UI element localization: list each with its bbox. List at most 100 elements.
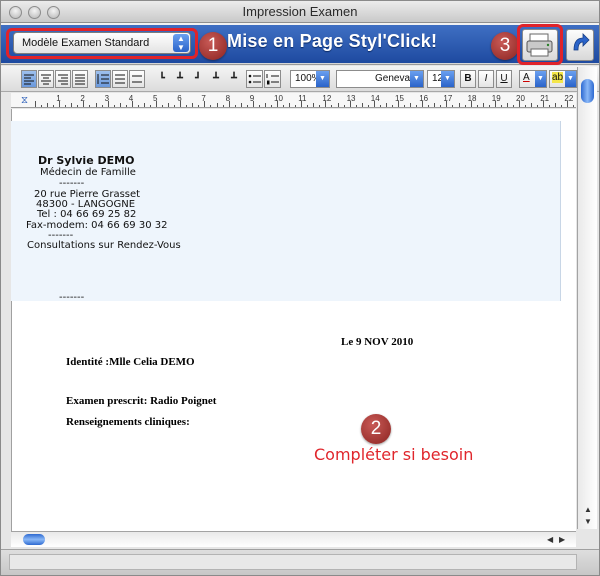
ruler-minor-tick (77, 105, 79, 107)
ruler-number: 4 (128, 94, 134, 103)
ruler-minor-tick (319, 105, 321, 107)
tab-decimal-icon[interactable]: ┻ (213, 73, 219, 84)
text-color-button[interactable]: A ▼ (519, 70, 547, 88)
ruler-minor-tick (476, 105, 478, 107)
doctor-name: Dr Sylvie DEMO (38, 154, 135, 167)
format-toolbar: ┗ ┻ ┛ ┻ ┻ 100% ▼ Geneva ▼ 12 ▼ B I U A ▼… (1, 66, 599, 92)
ruler-minor-tick (149, 105, 151, 107)
bullet-list-button[interactable] (246, 70, 263, 88)
ruler-number: 17 (443, 94, 453, 103)
align-right-button[interactable] (55, 70, 71, 88)
ruler-minor-tick (549, 105, 551, 107)
line-spacing-icon (115, 74, 125, 84)
align-left-button[interactable] (21, 70, 37, 88)
line-spacing-3-button[interactable] (129, 70, 145, 88)
scroll-left-icon[interactable]: ◀ (547, 535, 553, 544)
font-select[interactable]: Geneva ▼ (336, 70, 424, 88)
ruler-minor-tick (488, 105, 490, 107)
ruler-minor-tick (506, 103, 508, 107)
ruler[interactable]: ⧖ 1 2 3 4 5 6 7 8 9 10 11 12 13 14 15 16 17 18 19 20 21 22 (11, 93, 587, 108)
callout-badge-2: 2 (361, 414, 391, 444)
ruler-minor-tick (337, 103, 339, 107)
zoom-select[interactable]: 100% ▼ (290, 70, 330, 88)
ruler-minor-tick (404, 105, 406, 107)
ruler-minor-tick (47, 103, 49, 107)
ruler-minor-tick (295, 105, 297, 107)
italic-button[interactable]: I (478, 70, 494, 88)
align-right-icon (58, 74, 68, 85)
ruler-number: 1 (56, 94, 61, 103)
print-exam-window: Impression Examen Mise en Page Styl'Clic… (0, 0, 600, 576)
vertical-scroll-thumb[interactable] (581, 79, 594, 103)
bold-button[interactable]: B (460, 70, 476, 88)
line-spacing-1-button[interactable] (95, 70, 111, 88)
ruler-minor-tick (162, 105, 164, 107)
ruler-tick (35, 101, 36, 107)
ruler-minor-tick (452, 105, 454, 107)
patient-identity: Identité :Mlle Celia DEMO (66, 356, 195, 368)
ruler-minor-tick (246, 105, 248, 107)
ruler-minor-tick (355, 105, 357, 107)
vertical-scrollbar[interactable]: ▲ ▼ (577, 67, 597, 529)
ruler-minor-tick (71, 103, 73, 107)
ruler-minor-tick (555, 103, 557, 107)
ruler-number: 15 (395, 94, 404, 103)
line-spacing-icon (132, 75, 142, 83)
ruler-minor-tick (464, 105, 466, 107)
tab-center-icon[interactable]: ┻ (177, 73, 183, 84)
ruler-minor-tick (343, 105, 345, 107)
scroll-up-icon[interactable]: ▲ (584, 505, 592, 514)
ruler-minor-tick (198, 105, 200, 107)
ruler-minor-tick (270, 105, 272, 107)
ruler-number: 19 (491, 94, 501, 103)
ruler-number: 10 (274, 94, 283, 103)
numbered-list-icon (266, 74, 279, 85)
ruler-minor-tick (65, 105, 67, 107)
consultation-hours: Consultations sur Rendez-Vous (27, 240, 181, 251)
ruler-minor-tick (186, 105, 188, 107)
ruler-minor-tick (192, 103, 194, 107)
horizontal-scroll-thumb[interactable] (23, 534, 45, 545)
tab-right-icon[interactable]: ┛ (195, 73, 201, 84)
tab-decimal-alt-icon[interactable]: ┻ (231, 73, 237, 84)
ruler-minor-tick (307, 105, 309, 107)
ruler-number: 11 (298, 94, 307, 103)
window-title: Impression Examen (242, 4, 358, 19)
ruler-minor-tick (410, 103, 412, 107)
ruler-number: 8 (225, 94, 231, 103)
separator-line: ------- (59, 178, 85, 189)
horizontal-scrollbar[interactable]: ◀ ▶ (11, 531, 576, 547)
ruler-minor-tick (113, 105, 115, 107)
numbered-list-button[interactable] (264, 70, 281, 88)
ruler-minor-tick (143, 103, 145, 107)
ruler-minor-tick (573, 105, 575, 107)
ruler-minor-tick (416, 105, 418, 107)
back-button[interactable] (566, 29, 594, 61)
align-center-button[interactable] (38, 70, 54, 88)
font-size-select[interactable]: 12 ▼ (427, 70, 455, 88)
scroll-right-icon[interactable]: ▶ (559, 535, 565, 544)
ruler-minor-tick (174, 105, 176, 107)
indent-marker-icon[interactable]: ⧖ (21, 95, 28, 106)
banner-title: Mise en Page Styl'Click! (227, 31, 438, 51)
complete-if-needed-note: Compléter si besoin (314, 445, 474, 464)
line-spacing-2-button[interactable] (112, 70, 128, 88)
ruler-minor-tick (234, 105, 236, 107)
undo-arrow-icon (573, 33, 590, 51)
align-center-icon (41, 74, 51, 85)
title-bar: Impression Examen (1, 1, 599, 23)
ruler-number: 20 (516, 94, 525, 103)
ruler-number: 22 (564, 94, 574, 103)
underline-button[interactable]: U (496, 70, 512, 88)
ruler-minor-tick (428, 105, 430, 107)
ruler-number: 2 (80, 94, 85, 103)
tab-left-icon[interactable]: ┗ (159, 73, 165, 84)
chevron-down-icon: ▼ (565, 71, 576, 87)
justify-button[interactable] (72, 70, 88, 88)
scroll-down-icon[interactable]: ▼ (584, 517, 592, 526)
callout-box-1 (6, 28, 198, 59)
font-value: Geneva (375, 73, 411, 84)
highlight-button[interactable]: ab ▼ (549, 70, 577, 88)
callout-badge-1: 1 (199, 32, 227, 60)
ruler-minor-tick (240, 103, 242, 107)
